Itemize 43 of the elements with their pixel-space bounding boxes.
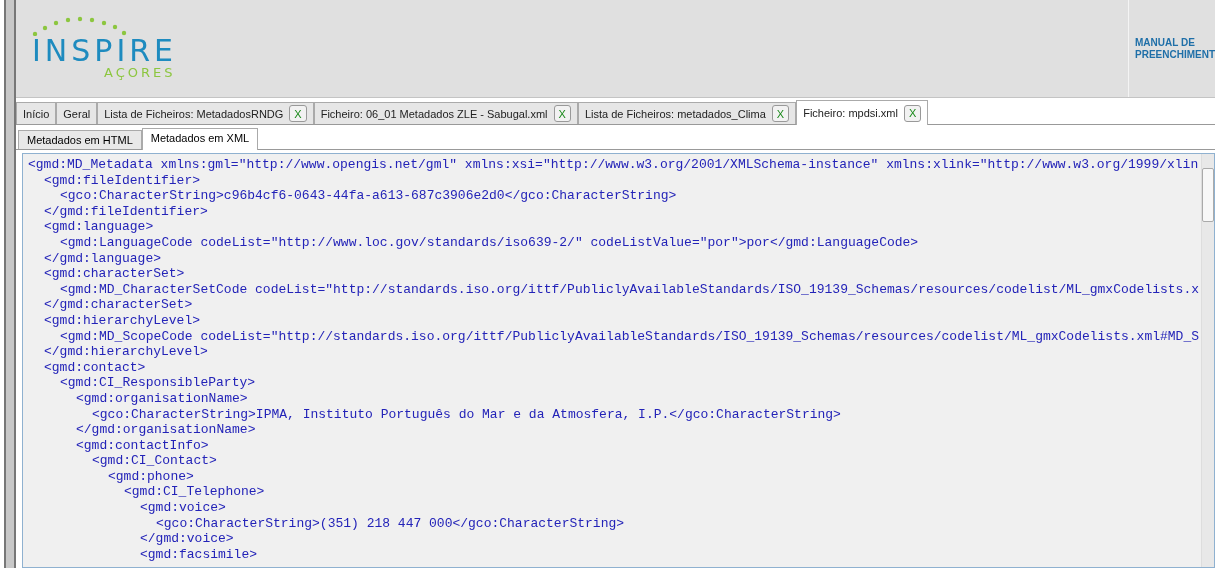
- tab[interactable]: Lista de Ficheiros: MetadadosRNDG X: [97, 102, 314, 124]
- tab[interactable]: Início: [16, 102, 57, 124]
- scrollbar[interactable]: [1201, 154, 1214, 567]
- xml-line: <gmd:language>: [44, 219, 154, 235]
- tab[interactable]: Geral: [56, 102, 98, 124]
- xml-line: <gmd:MD_ScopeCode codeList="http://standards.iso.org/ittf/PubliclyAvailableStandards/ISO_19139_Schemas/resources/codelist/ML_gmxCodelists.xml#MD_S: [60, 328, 1199, 344]
- xml-line: </gmd:characterSet>: [44, 297, 193, 313]
- xml-line: </gmd:voice>: [140, 531, 234, 547]
- tab[interactable]: Ficheiro: 06_01 Metadados ZLE - Sabugal.xml X: [313, 102, 578, 124]
- xml-line: <gmd:CI_Telephone>: [124, 484, 265, 500]
- xml-line: <gmd:hierarchyLevel>: [44, 312, 201, 328]
- logo-subtitle: AÇORES: [103, 66, 177, 80]
- tab[interactable]: Lista de Ficheiros: metadados_Clima X: [577, 102, 797, 124]
- xml-line: <gco:CharacterString>c96b4cf6-0643-44fa-a613-687c3906e2d0</gco:CharacterString>: [60, 188, 677, 204]
- close-tab-button[interactable]: X: [553, 105, 571, 122]
- xml-line: <gco:CharacterString>(351) 218 447 000</gco:CharacterString>: [156, 515, 625, 531]
- xml-line: <gmd:LanguageCode codeList="http://www.loc.gov/standards/iso639-2/" codeListValue="por">por</gmd:LanguageCode>: [60, 234, 919, 250]
- xml-line: <gmd:MD_Metadata xmlns:gml="http://www.opengis.net/gml" xmlns:xsi="http://www.w3.org/2001/XMLSchema-instance" xmlns:xlink="http://www.w3.org/1999/xlin: [28, 157, 1199, 172]
- logo-title: INSPIRE: [32, 36, 178, 66]
- xml-line: <gmd:contact>: [44, 359, 146, 375]
- xml-line: <gmd:fileIdentifier>: [44, 172, 201, 188]
- xml-line: <gmd:contactInfo>: [76, 437, 209, 453]
- xml-line: <gmd:MD_CharacterSetCode codeList="http://standards.iso.org/ittf/PubliclyAvailableStandards/ISO_19139_Schemas/resources/codelist/ML_gmxCodelists.x: [60, 281, 1199, 297]
- xml-line: <gmd:facsimile>: [140, 546, 258, 562]
- xml-line: <gmd:organisationName>: [76, 390, 248, 406]
- close-tab-button[interactable]: X: [289, 105, 307, 122]
- xml-line: <gmd:phone>: [108, 468, 194, 484]
- xml-line: </gmd:organisationName>: [76, 422, 256, 438]
- subtab[interactable]: Metadados em XML: [141, 128, 259, 150]
- xml-line: <gco:CharacterString>IPMA, Instituto Português do Mar e da Atmosfera, I.P.</gco:CharacterString>: [92, 406, 841, 422]
- xml-line: <gmd:voice>: [140, 500, 226, 516]
- xml-line: <gmd:characterSet>: [44, 266, 185, 282]
- xml-line: <gmd:CI_ResponsibleParty>: [60, 375, 256, 391]
- close-tab-button[interactable]: X: [771, 105, 790, 122]
- tab[interactable]: Ficheiro: mpdsi.xml X: [796, 100, 929, 125]
- xml-line: </gmd:hierarchyLevel>: [44, 344, 208, 360]
- close-tab-button[interactable]: X: [903, 104, 922, 122]
- subtab[interactable]: Metadados em HTML: [18, 130, 142, 149]
- manual-button[interactable]: MANUAL DE PREENCHIMENT: [1128, 0, 1215, 97]
- xml-line: </gmd:language>: [44, 250, 162, 266]
- xml-line: <gmd:CI_Contact>: [92, 453, 217, 469]
- xml-line: </gmd:fileIdentifier>: [44, 203, 208, 219]
- scroll-thumb[interactable]: [1202, 168, 1214, 222]
